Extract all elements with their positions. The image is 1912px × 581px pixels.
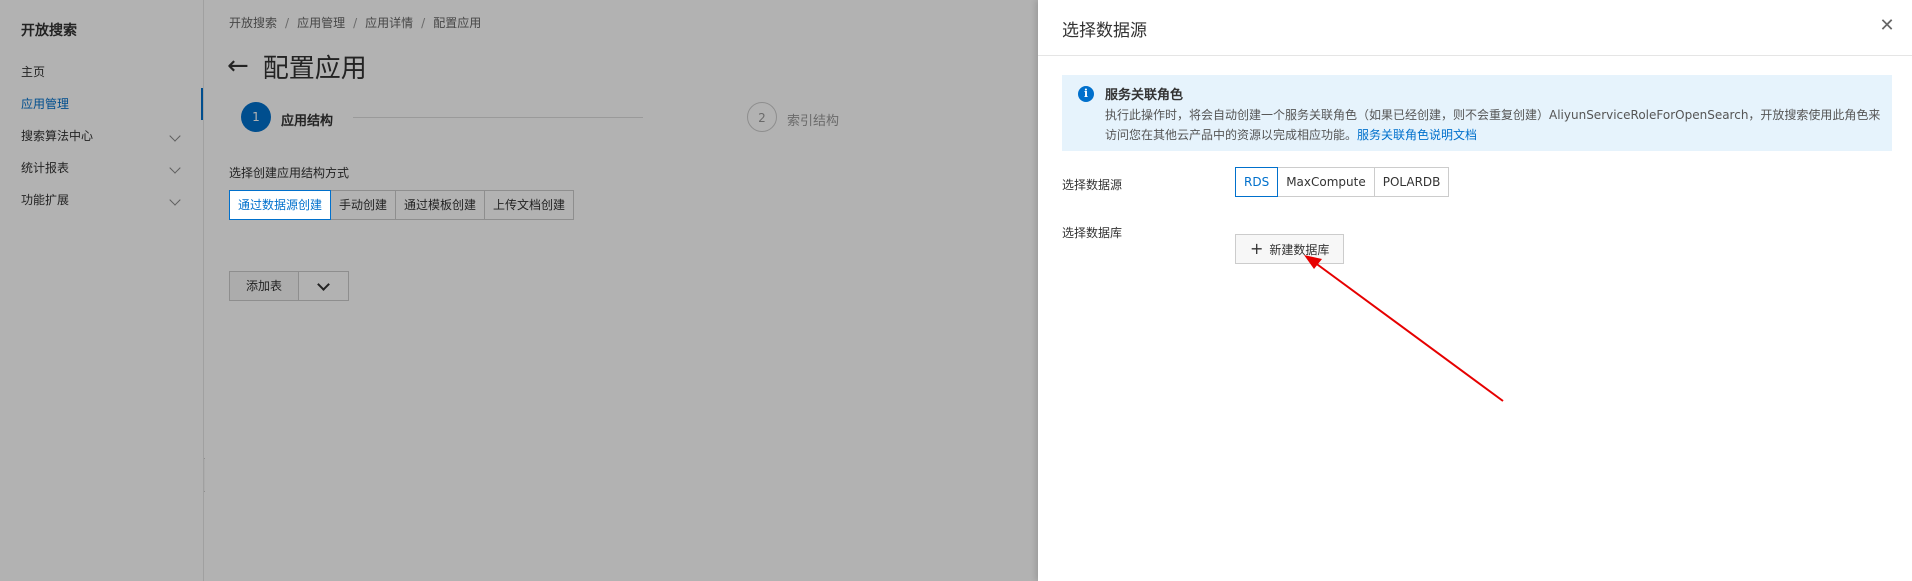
notice-title: 服务关联角色 — [1105, 88, 1184, 103]
service-role-doc-link[interactable]: 服务关联角色说明文档 — [1357, 128, 1477, 142]
datasource-rds-button[interactable]: RDS — [1235, 167, 1279, 197]
method-datasource-button[interactable]: 通过数据源创建 — [229, 190, 332, 220]
drawer-header: 选择数据源 ✕ — [1038, 0, 1912, 56]
new-database-label: 新建数据库 — [1269, 242, 1330, 257]
datasource-polardb-button[interactable]: POLARDB — [1373, 167, 1450, 197]
notice-body: 执行此操作时，将会自动创建一个服务关联角色（如果已经创建，则不会重复创建）Ali… — [1105, 105, 1885, 145]
new-database-button[interactable]: + 新建数据库 — [1235, 234, 1345, 264]
close-icon[interactable]: ✕ — [1877, 16, 1897, 36]
datasource-label: 选择数据源 — [1062, 178, 1123, 192]
info-icon: i — [1078, 86, 1094, 102]
datasource-drawer: 选择数据源 ✕ i 服务关联角色 执行此操作时，将会自动创建一个服务关联角色（如… — [1038, 0, 1912, 581]
drawer-title: 选择数据源 — [1062, 21, 1147, 41]
database-label: 选择数据库 — [1062, 226, 1123, 240]
notice-text: 执行此操作时，将会自动创建一个服务关联角色（如果已经创建，则不会重复创建）Ali… — [1105, 108, 1881, 142]
modal-overlay[interactable] — [0, 0, 1038, 581]
datasource-maxcompute-button[interactable]: MaxCompute — [1277, 167, 1375, 197]
datasource-group: RDS MaxCompute POLARDB — [1235, 167, 1450, 197]
plus-icon: + — [1250, 239, 1264, 258]
service-role-notice: i 服务关联角色 执行此操作时，将会自动创建一个服务关联角色（如果已经创建，则不… — [1062, 75, 1892, 151]
